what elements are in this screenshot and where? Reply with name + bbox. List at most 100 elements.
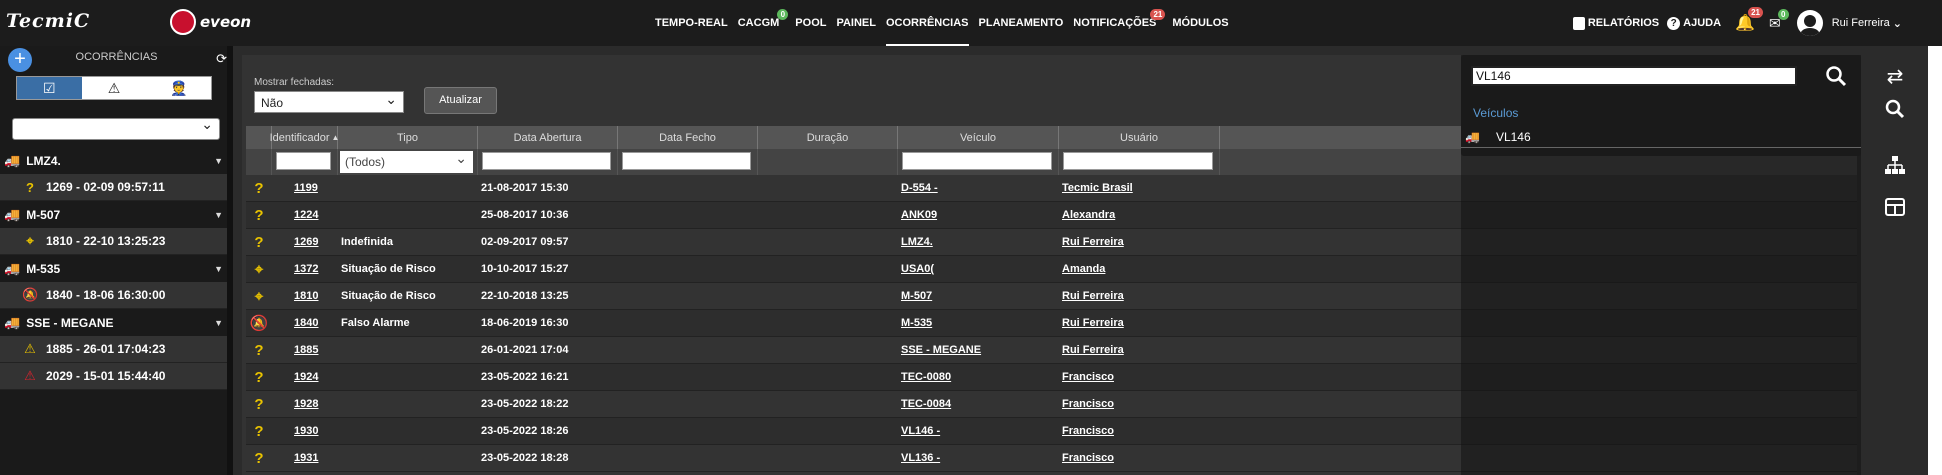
nav-tempo-real[interactable]: TEMPO-REAL [655,0,728,46]
grid-icon[interactable] [1882,196,1908,222]
tab-inbox[interactable]: ☑ [17,77,82,99]
sidebar-title: OCORRÊNCIAS [75,51,158,63]
list-item-occurrence[interactable]: ⚠ 1885 - 26-01 17:04:23 [0,336,233,363]
search-input[interactable]: VL146 [1471,66,1797,86]
cell-veiculo[interactable]: VL136 - [898,445,1059,471]
refresh-button[interactable]: Atualizar [424,87,497,114]
cell-identificador[interactable]: 1810 [272,283,338,309]
cell-veiculo[interactable]: D-554 - [898,175,1059,201]
cell-usuario[interactable]: Francisco [1059,445,1220,471]
list-item-occurrence[interactable]: 🔕 1840 - 18-06 16:30:00 [0,282,233,309]
cell-veiculo[interactable]: TEC-0080 [898,364,1059,390]
messages-button[interactable]: ✉ 0 [1769,8,1789,32]
col-data-fecho[interactable]: Data Fecho [618,126,758,149]
search-result-item[interactable]: 🚚 VL146 [1461,126,1861,148]
cell-veiculo[interactable]: TEC-0084 [898,391,1059,417]
cell-veiculo[interactable]: SSE - MEGANE [898,337,1059,363]
help-link[interactable]: ? AJUDA [1667,16,1721,30]
hierarchy-icon[interactable] [1882,154,1908,180]
add-occurrence-button[interactable]: + [8,48,32,72]
cell-usuario[interactable]: Alexandra [1059,202,1220,228]
cell-usuario[interactable]: Rui Ferreira [1059,310,1220,336]
veiculo-filter-input[interactable] [902,152,1052,170]
cell-usuario[interactable]: Amanda [1059,256,1220,282]
cell-usuario[interactable]: Francisco [1059,391,1220,417]
sidebar-filter-select[interactable] [12,116,220,140]
refresh-icon[interactable]: ⟳ [216,48,227,70]
col-tipo[interactable]: Tipo [338,126,478,149]
list-item-occurrence[interactable]: ? 1269 - 02-09 09:57:11 [0,174,233,201]
col-duracao[interactable]: Duração [758,126,898,149]
sidebar-scrollbar[interactable] [227,46,233,475]
truck-icon: 🚚 [4,206,21,222]
cell-usuario[interactable]: Francisco [1059,364,1220,390]
nav-planeamento[interactable]: PLANEAMENTO [979,0,1064,46]
nav-painel[interactable]: PAINEL [836,0,876,46]
cell-usuario[interactable]: Rui Ferreira [1059,283,1220,309]
cell-identificador[interactable]: 1224 [272,202,338,228]
user-menu[interactable]: Rui Ferreira ⌄ [1796,10,1902,36]
cell-identificador[interactable]: 1924 [272,364,338,390]
bell-badge: 21 [1748,7,1763,18]
identificador-filter-input[interactable] [276,152,331,170]
cell-veiculo[interactable]: USA0( [898,256,1059,282]
cacgm-badge: 0 [777,9,789,20]
cell-identificador[interactable]: 1199 [272,175,338,201]
right-toolbar: ⇄ [1866,46,1942,475]
magnifier-icon[interactable] [1882,98,1908,124]
cell-usuario[interactable]: Francisco [1059,418,1220,444]
main-nav: TEMPO-REAL CACGM 0 POOL PAINEL OCORRÊNCIA… [655,0,1239,46]
nav-modulos[interactable]: MÓDULOS [1172,0,1228,46]
search-icon[interactable] [1825,65,1847,87]
cell-veiculo[interactable]: ANK09 [898,202,1059,228]
show-closed-select[interactable]: Não [254,88,404,113]
cell-veiculo[interactable]: M-535 [898,310,1059,336]
collapse-icon[interactable]: ▼ [214,318,223,328]
col-identificador[interactable]: Identificador ▲ [270,126,339,149]
usuario-filter-input[interactable] [1063,152,1213,170]
nav-notificacoes[interactable]: NOTIFICAÇÕES 21 [1073,0,1166,46]
reports-link[interactable]: RELATÓRIOS [1572,16,1659,30]
cell-identificador[interactable]: 1840 [272,310,338,336]
nav-pool[interactable]: POOL [795,0,826,46]
nav-cacgm[interactable]: CACGM 0 [738,0,789,46]
cell-veiculo[interactable]: M-507 [898,283,1059,309]
cell-identificador[interactable]: 1372 [272,256,338,282]
show-closed-label: Mostrar fechadas: [254,77,335,88]
nav-ocorrencias[interactable]: OCORRÊNCIAS [886,0,969,46]
cell-data-abertura: 10-10-2017 15:27 [481,263,569,275]
col-usuario[interactable]: Usuário [1059,126,1220,149]
tipo-filter-select[interactable]: (Todos) [340,147,473,173]
cell-identificador[interactable]: 1885 [272,337,338,363]
cell-type-icon: ? [246,202,272,228]
list-item-vehicle[interactable]: 🚚 LMZ4. ▼ [0,147,233,174]
eveon-logo[interactable]: eveon [170,9,251,35]
notifications-button[interactable]: 🔔 21 [1735,7,1763,33]
cell-usuario[interactable]: Rui Ferreira [1059,337,1220,363]
collapse-icon[interactable]: ▼ [214,210,223,220]
col-veiculo[interactable]: Veículo [898,126,1059,149]
cell-usuario[interactable]: Rui Ferreira [1059,229,1220,255]
collapse-icon[interactable]: ▼ [214,156,223,166]
list-item-vehicle[interactable]: 🚚 M-507 ▼ [0,201,233,228]
list-item-occurrence[interactable]: ⚠ 2029 - 15-01 15:44:40 [0,363,233,390]
col-data-abertura[interactable]: Data Abertura [478,126,618,149]
cell-identificador[interactable]: 1931 [272,445,338,471]
collapse-icon[interactable]: ▼ [214,264,223,274]
tab-drivers[interactable]: 👮 [146,77,211,99]
fecho-filter-input[interactable] [622,152,751,170]
cell-veiculo[interactable]: LMZ4. [898,229,1059,255]
cell-identificador[interactable]: 1930 [272,418,338,444]
top-bar: TecmiC eveon TEMPO-REAL CACGM 0 POOL PAIN… [0,0,1942,46]
list-item-occurrence[interactable]: ⌖ 1810 - 22-10 13:25:23 [0,228,233,255]
list-item-vehicle[interactable]: 🚚 M-535 ▼ [0,255,233,282]
list-item-vehicle[interactable]: 🚚 SSE - MEGANE ▼ [0,309,233,336]
tecmic-logo[interactable]: TecmiC [6,10,90,32]
cell-identificador[interactable]: 1269 [272,229,338,255]
abertura-filter-input[interactable] [482,152,611,170]
tab-alerts[interactable]: ⚠ [82,77,147,99]
cell-veiculo[interactable]: VL146 - [898,418,1059,444]
cell-identificador[interactable]: 1928 [272,391,338,417]
swap-icon[interactable]: ⇄ [1882,64,1908,90]
cell-usuario[interactable]: Tecmic Brasil [1059,175,1220,201]
